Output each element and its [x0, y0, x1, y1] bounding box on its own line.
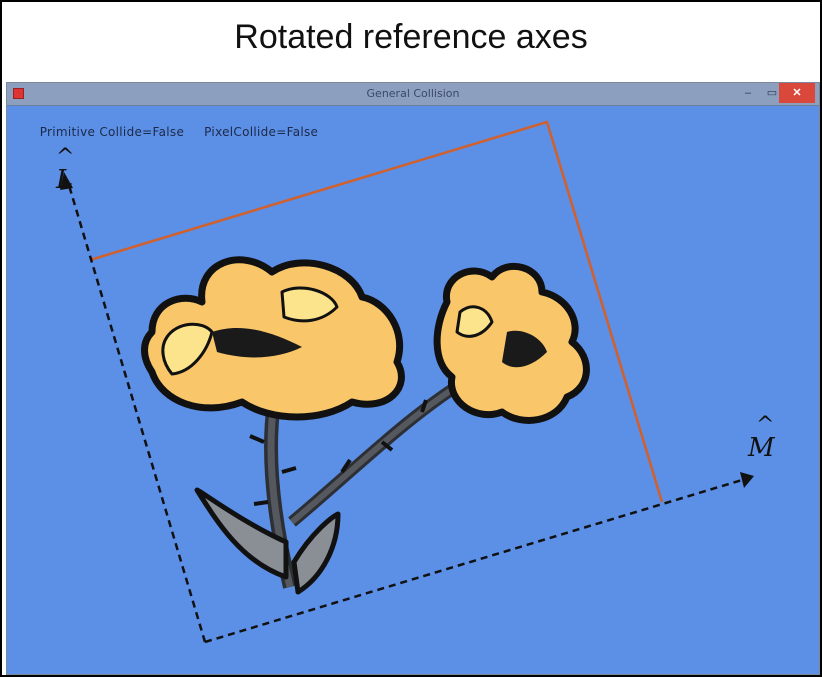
l-axis [60, 172, 207, 643]
l-axis-label: L [55, 165, 73, 195]
game-canvas: ^ L ^ M [55, 120, 776, 644]
m-axis-label: M [747, 433, 776, 463]
slide-frame: Rotated reference axes General Collision… [0, 0, 822, 677]
flower-sprite [141, 256, 590, 595]
